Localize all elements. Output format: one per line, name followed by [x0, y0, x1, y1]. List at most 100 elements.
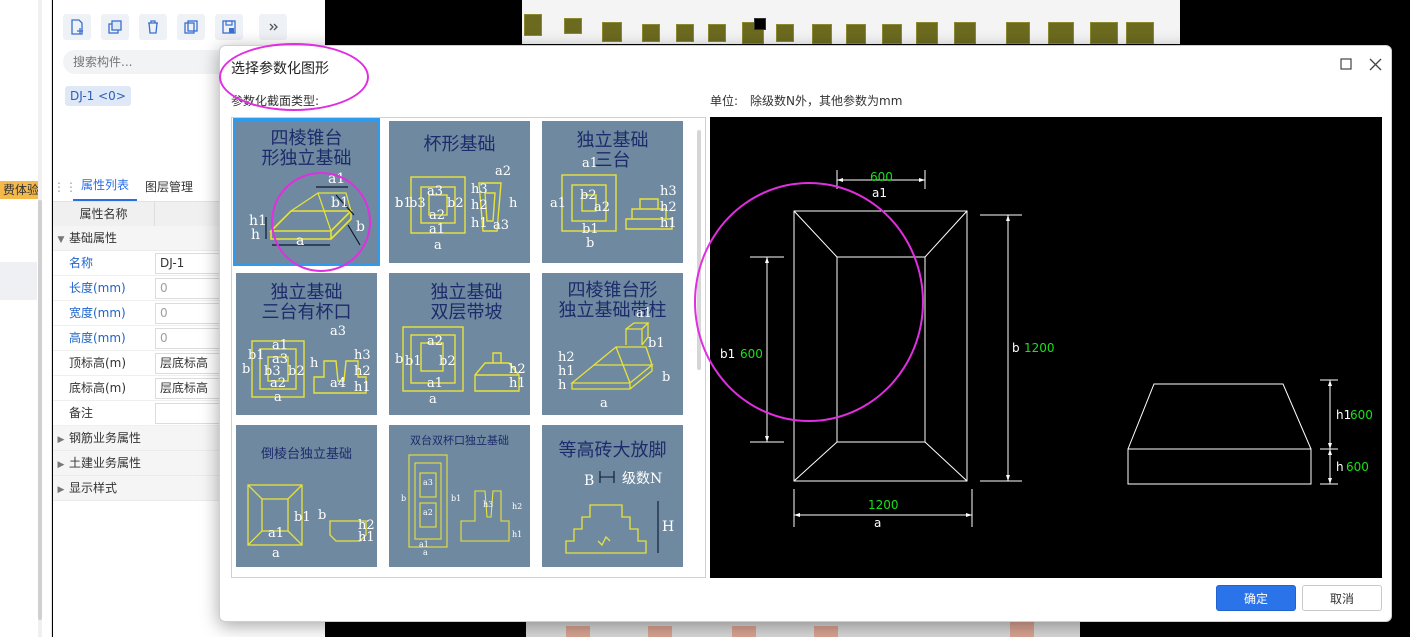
parametric-shape-list: 四棱锥台 形独立基础 a1 b1 h1 h a b 杯形基础 a3 b3 b2 … [231, 117, 706, 578]
dim-h1-label: h1 [1336, 408, 1351, 422]
shape-thumb-inverted-frustum[interactable]: 倒棱台独立基础 b1 a1 a b h2 h1 [236, 425, 377, 567]
maximize-icon[interactable] [1340, 58, 1353, 71]
dimension-label: h3 [354, 348, 371, 363]
dim-a1-label: a1 [872, 186, 887, 200]
group-label: 显示样式 [69, 481, 118, 495]
dimension-label: a [600, 396, 608, 411]
dim-b1-label: b1 [720, 347, 735, 361]
expand-arrow-icon: ▶ [57, 460, 65, 470]
left-nav-scrollbar[interactable] [38, 0, 42, 637]
shape-thumb-cup-foundation[interactable]: 杯形基础 a3 b3 b2 b1 a2 a1 a b h3 h2 h1 a2 a… [389, 121, 530, 263]
shape-thumb-pyramid-frustum[interactable]: 四棱锥台 形独立基础 a1 b1 h1 h a b [233, 118, 380, 266]
dimension-label: h1 [354, 380, 371, 395]
property-name-header: 属性名称 [53, 202, 155, 226]
dimension-label: h2 [660, 200, 677, 215]
dimension-label: a1 [272, 338, 288, 353]
save-template-button[interactable] [215, 14, 243, 40]
canvas-block [648, 626, 672, 637]
new-file-icon [71, 19, 83, 35]
canvas-block [732, 626, 756, 637]
cancel-button[interactable]: 取消 [1302, 585, 1382, 611]
dimension-label: a [272, 546, 280, 561]
dimension-label: a1 [268, 526, 284, 541]
canvas-block [642, 24, 660, 42]
dimension-label: a2 [427, 334, 443, 349]
copy-icon [108, 20, 122, 34]
dimension-label: h3 [660, 184, 677, 199]
shape-thumb-brick-footing[interactable]: 等高砖大放脚 B 级数N H [542, 425, 683, 567]
dimension-label: h2 [471, 198, 488, 213]
save-icon [222, 20, 236, 34]
dim-b1-value: 600 [740, 347, 763, 361]
section-type-label: 参数化截面类型: [231, 94, 320, 108]
dimension-label: b1 [405, 354, 422, 369]
dimension-label: b1 [582, 222, 599, 237]
dimension-label: b1 [331, 195, 349, 211]
dimension-label: b [401, 494, 406, 503]
dimension-label: a [434, 238, 442, 253]
select-parametric-shape-dialog: 选择参数化图形 参数化截面类型: 单位: 除级数N外，其他参数为mm 四棱锥台 形… [219, 45, 1392, 622]
shape-thumb-double-layer-slope[interactable]: 独立基础 双层带坡 a2 b b1 b2 a1 a h2 h1 [389, 273, 530, 415]
dimension-label: h2 [512, 502, 522, 511]
dimension-label: b1 [294, 510, 311, 525]
shape-thumb-three-step-cup[interactable]: 独立基础 三台有杯口 a1 b1 a3 b3 b2 a2 a b a3 h3 h… [236, 273, 377, 415]
dimension-label: a3 [493, 218, 509, 233]
left-nav-scroll-thumb[interactable] [38, 200, 42, 620]
dimension-label: h1 [471, 216, 488, 231]
dimension-label: b1 [248, 348, 265, 363]
dimension-label: 级数N [622, 471, 662, 487]
trial-badge[interactable]: 费体验 [0, 181, 43, 199]
dimension-label: b2 [447, 196, 464, 211]
dimension-label: h2 [354, 364, 371, 379]
dimension-label: a1 [427, 376, 443, 391]
dimension-label: h [310, 356, 319, 371]
dimension-label: h3 [483, 500, 493, 509]
dimension-label: a1 [550, 196, 566, 211]
property-key: 宽度(mm) [69, 306, 126, 320]
expand-arrow-icon: ▶ [57, 435, 65, 445]
canvas-block [776, 24, 794, 42]
preview-svg: 600 a1 b1 600 b 1200 1200 a h1 600 h 600 [720, 170, 1373, 530]
shape-thumb-three-step[interactable]: 独立基础 三台 a1 b2 a2 a1 b1 b h3 h2 h1 [542, 121, 683, 263]
dimension-label: h1 [512, 530, 522, 539]
drag-grip-icon[interactable]: ⋮⋮ [53, 173, 77, 201]
dimension-label: b2 [288, 364, 305, 379]
left-nav-selected-item[interactable] [0, 262, 37, 300]
shape-thumb-double-cup[interactable]: 双台双杯口独立基础 a3 a2 a1 a b h1 h2 h3 b1 [389, 425, 530, 567]
dimension-label: b [242, 362, 250, 377]
group-label: 基础属性 [69, 231, 118, 245]
dimension-label: b1 [648, 336, 665, 351]
shape-diagram: a3 b3 b2 b1 a2 a1 a b h3 h2 h1 a2 a3 h [395, 164, 518, 253]
shape-diagram: B 级数N H [565, 471, 674, 554]
dimension-label: a1 [429, 222, 445, 237]
shape-list-scrollbar[interactable] [697, 130, 701, 370]
dimension-label: a1 [582, 156, 598, 171]
dimension-label: H [662, 519, 674, 535]
dimension-label: h2 [558, 350, 575, 365]
confirm-button[interactable]: 确定 [1216, 585, 1296, 611]
dimension-label: a [296, 233, 304, 249]
shape-thumb-pyramid-with-column[interactable]: 四棱锥台形 独立基础带柱 a1 b1 h2 h1 h a b [542, 273, 683, 415]
tab-property-list[interactable]: 属性列表 [73, 171, 138, 201]
component-toolbar [63, 14, 287, 40]
canvas-block [524, 14, 542, 36]
dimension-label: a3 [427, 184, 443, 199]
dim-h-label: h [1336, 460, 1344, 474]
canvas-bottom-strip [526, 622, 1080, 637]
close-icon[interactable] [1368, 57, 1383, 72]
dimension-label: B [584, 473, 594, 489]
duplicate-layer-button[interactable] [177, 14, 205, 40]
property-key: 高度(mm) [69, 331, 126, 345]
tab-layer-management[interactable]: 图层管理 [137, 173, 201, 201]
dim-b-label: b [1012, 341, 1020, 355]
property-key: 名称 [69, 256, 94, 270]
more-tools-button[interactable] [259, 14, 287, 40]
dimension-label: b [395, 352, 403, 367]
copy-component-button[interactable] [101, 14, 129, 40]
dimension-label: a2 [270, 376, 286, 391]
canvas-block [1010, 622, 1034, 637]
delete-component-button[interactable] [139, 14, 167, 40]
new-component-button[interactable] [63, 14, 91, 40]
component-tag-dj1[interactable]: DJ-1 <0> [65, 86, 131, 106]
shape-diagram: a3 a2 a1 a b h1 h2 h3 b1 [401, 454, 522, 557]
